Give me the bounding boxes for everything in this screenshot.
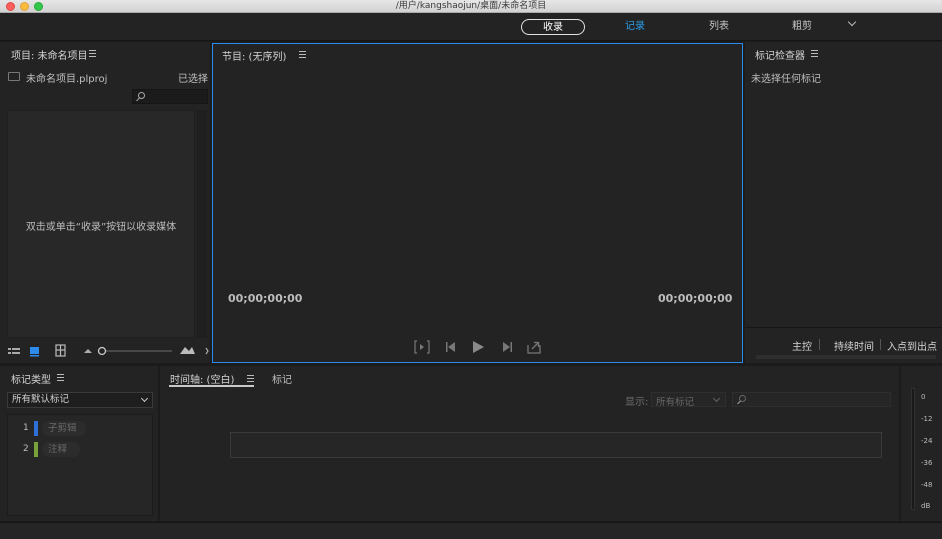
- meter-tick-label: -48: [921, 481, 933, 489]
- marker-color-swatch[interactable]: [34, 421, 38, 436]
- inspector-col-in-out[interactable]: 入点到出点: [887, 338, 937, 353]
- marker-types-title[interactable]: 标记类型: [11, 371, 51, 386]
- show-filter-value: 所有标记: [656, 397, 695, 408]
- add-marker-icon[interactable]: [414, 340, 430, 354]
- play-icon[interactable]: [473, 341, 484, 353]
- export-frame-icon[interactable]: [527, 341, 541, 354]
- marker-color-swatch[interactable]: [34, 442, 38, 457]
- timeline-panel: 时间轴: (空白) 标记 显示: 所有标记: [160, 366, 899, 521]
- marker-type-number: 1: [23, 423, 29, 433]
- zoom-out-icon[interactable]: [84, 349, 92, 353]
- meter-tick-label: -24: [921, 437, 933, 445]
- marker-search-input[interactable]: [732, 392, 891, 407]
- window-titlebar: /用户/kangshaojun/桌面/未命名项目: [0, 0, 942, 13]
- project-media-list[interactable]: 双击或单击“收录”按钮以收录媒体: [7, 110, 195, 338]
- marker-track[interactable]: [230, 432, 882, 458]
- meter-tick-label: -12: [921, 415, 933, 423]
- marker-types-menu-icon[interactable]: [57, 374, 64, 381]
- search-icon: [739, 395, 746, 402]
- project-panel-title[interactable]: 项目: 未命名项目: [11, 47, 88, 62]
- audio-level-bar: [911, 388, 915, 510]
- marker-inspector-title[interactable]: 标记检查器: [755, 47, 805, 62]
- playhead-timecode[interactable]: 00;00;00;00: [228, 292, 302, 305]
- icon-view-icon[interactable]: [30, 347, 39, 357]
- zoom-slider-handle[interactable]: [97, 346, 107, 356]
- workspace-rough-cut[interactable]: 粗剪: [792, 19, 812, 35]
- marker-filter-dropdown[interactable]: 所有默认标记: [7, 392, 153, 408]
- project-scrollbar[interactable]: [197, 110, 207, 338]
- marker-inspector-panel: [745, 42, 942, 363]
- marker-type-row[interactable]: 1 子剪辑: [8, 420, 148, 436]
- col-separator: [819, 339, 820, 350]
- marker-types-list: 1 子剪辑 2 注释: [7, 414, 153, 516]
- workspace-logging[interactable]: 记录: [625, 19, 645, 35]
- project-empty-hint: 双击或单击“收录”按钮以收录媒体: [25, 222, 177, 233]
- timeline-menu-icon[interactable]: [247, 375, 254, 382]
- meter-tick-label: -36: [921, 459, 933, 467]
- active-tab-indicator: [169, 385, 254, 387]
- selected-label: 已选择: [178, 74, 208, 85]
- inspector-divider: [745, 327, 942, 328]
- inspector-col-master[interactable]: 主控: [792, 338, 812, 353]
- show-filter-dropdown[interactable]: 所有标记: [651, 392, 726, 408]
- program-menu-icon[interactable]: [299, 51, 306, 58]
- list-view-icon[interactable]: [8, 348, 20, 354]
- workspace-ingest[interactable]: 收录: [521, 19, 585, 35]
- marker-type-number: 2: [23, 444, 29, 454]
- status-bar: [0, 522, 942, 539]
- audio-meter-panel: 0 -12 -24 -36 -48 dB: [901, 366, 942, 521]
- tab-markers[interactable]: 标记: [272, 371, 292, 386]
- program-monitor: 节目: (无序列) 00;00;00;00 00;00;00;00: [212, 43, 743, 363]
- inspector-scrollbar[interactable]: [756, 355, 936, 359]
- marker-type-name[interactable]: 注释: [42, 442, 80, 457]
- window-title: /用户/kangshaojun/桌面/未命名项目: [395, 1, 547, 11]
- step-back-icon[interactable]: [446, 342, 455, 352]
- project-panel-menu-icon[interactable]: [89, 50, 96, 57]
- marker-type-name[interactable]: 子剪辑: [42, 421, 86, 436]
- panel-overflow-icon[interactable]: [205, 347, 209, 355]
- meter-unit-label: dB: [921, 502, 931, 510]
- show-label: 显示:: [625, 397, 649, 408]
- project-toolbar: [8, 344, 209, 357]
- search-icon: [138, 92, 145, 99]
- col-separator: [880, 339, 881, 350]
- chevron-down-icon: [712, 394, 721, 403]
- zoom-in-icon[interactable]: [180, 347, 195, 354]
- marker-inspector-menu-icon[interactable]: [811, 50, 818, 57]
- workspace-bar: 收录 记录 列表 粗剪: [0, 13, 942, 41]
- inspector-col-duration[interactable]: 持续时间: [834, 338, 874, 353]
- project-search-input[interactable]: [132, 89, 208, 104]
- transport-controls: [414, 340, 541, 354]
- program-monitor-title[interactable]: 节目: (无序列): [222, 48, 286, 63]
- step-forward-icon[interactable]: [503, 342, 512, 352]
- meter-tick-label: 0: [921, 393, 926, 401]
- freeform-view-icon[interactable]: [55, 344, 66, 357]
- marker-type-row[interactable]: 2 注释: [8, 441, 148, 457]
- marker-filter-value: 所有默认标记: [12, 394, 70, 405]
- project-file-name: 未命名项目.plproj: [26, 74, 108, 85]
- no-marker-selected-text: 未选择任何标记: [751, 74, 821, 85]
- duration-timecode: 00;00;00;00: [658, 292, 733, 305]
- tab-timeline[interactable]: 时间轴: (空白): [170, 371, 234, 386]
- project-file-icon: [8, 72, 20, 81]
- workspace-list[interactable]: 列表: [709, 19, 729, 35]
- chevron-down-icon: [140, 394, 149, 403]
